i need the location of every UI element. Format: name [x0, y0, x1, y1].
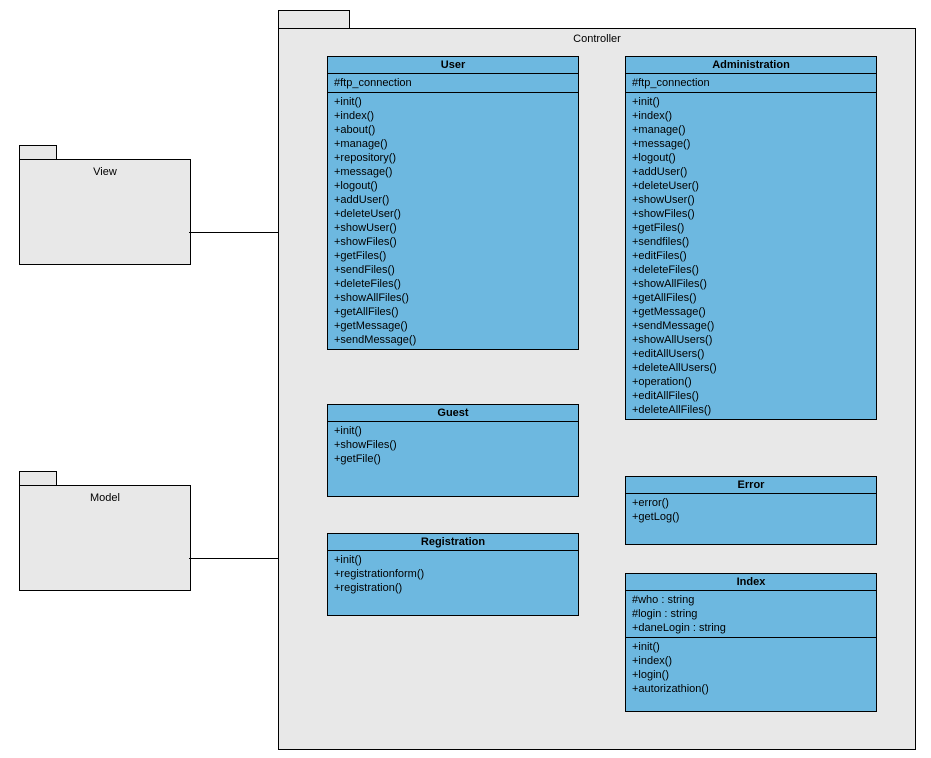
class-method: +getFiles()	[334, 249, 572, 263]
class-method: +getAllFiles()	[334, 305, 572, 319]
class-method: +editFiles()	[632, 249, 870, 263]
class-method: +init()	[632, 640, 870, 654]
class-error: Error +error() +getLog()	[625, 476, 877, 545]
class-method: +sendfiles()	[632, 235, 870, 249]
class-method: +getAllFiles()	[632, 291, 870, 305]
class-method: +autorizathion()	[632, 682, 870, 696]
class-user-title: User	[328, 57, 578, 74]
class-method: +deleteFiles()	[334, 277, 572, 291]
class-method: +editAllUsers()	[632, 347, 870, 361]
class-method: +about()	[334, 123, 572, 137]
class-method: +repository()	[334, 151, 572, 165]
class-guest-title: Guest	[328, 405, 578, 422]
class-index: Index #who : string #login : string +dan…	[625, 573, 877, 712]
class-administration-methods: +init() +index() +manage() +message() +l…	[626, 93, 876, 419]
class-method: +init()	[632, 95, 870, 109]
class-method: +error()	[632, 496, 870, 510]
class-attr: #login : string	[632, 607, 870, 621]
package-model-label: Model	[20, 492, 190, 504]
class-user-methods: +init() +index() +about() +manage() +rep…	[328, 93, 578, 349]
class-attr: #ftp_connection	[334, 76, 572, 90]
class-method: +getFile()	[334, 452, 572, 466]
class-method: +showAllFiles()	[632, 277, 870, 291]
connector-view-controller	[189, 232, 278, 233]
class-method: +index()	[632, 109, 870, 123]
class-method: +deleteAllFiles()	[632, 403, 870, 417]
package-controller-label: Controller	[279, 33, 915, 45]
class-method: +index()	[334, 109, 572, 123]
class-method: +index()	[632, 654, 870, 668]
class-method: +deleteFiles()	[632, 263, 870, 277]
class-method: +showUser()	[632, 193, 870, 207]
class-method: +getFiles()	[632, 221, 870, 235]
class-attr: +daneLogin : string	[632, 621, 870, 635]
class-index-title: Index	[626, 574, 876, 591]
class-guest-methods: +init() +showFiles() +getFile()	[328, 422, 578, 496]
package-view-label: View	[20, 166, 190, 178]
class-method: +deleteUser()	[334, 207, 572, 221]
class-method: +showFiles()	[334, 235, 572, 249]
package-controller-tab	[278, 10, 350, 29]
class-method: +showAllUsers()	[632, 333, 870, 347]
class-user: User #ftp_connection +init() +index() +a…	[327, 56, 579, 350]
class-attr: #who : string	[632, 593, 870, 607]
class-method: +addUser()	[334, 193, 572, 207]
package-view-tab	[19, 145, 57, 160]
class-method: +editAllFiles()	[632, 389, 870, 403]
class-registration: Registration +init() +registrationform()…	[327, 533, 579, 616]
class-index-methods: +init() +index() +login() +autorizathion…	[626, 638, 876, 711]
class-method: +deleteAllUsers()	[632, 361, 870, 375]
class-method: +init()	[334, 424, 572, 438]
class-administration: Administration #ftp_connection +init() +…	[625, 56, 877, 420]
class-method: +getMessage()	[632, 305, 870, 319]
class-method: +showFiles()	[334, 438, 572, 452]
connector-model-controller	[189, 558, 278, 559]
class-method: +operation()	[632, 375, 870, 389]
class-administration-title: Administration	[626, 57, 876, 74]
class-method: +manage()	[632, 123, 870, 137]
class-registration-methods: +init() +registrationform() +registratio…	[328, 551, 578, 615]
package-view: View	[19, 159, 191, 265]
class-method: +manage()	[334, 137, 572, 151]
class-method: +message()	[334, 165, 572, 179]
class-index-attrs: #who : string #login : string +daneLogin…	[626, 591, 876, 638]
class-method: +showFiles()	[632, 207, 870, 221]
package-model-tab	[19, 471, 57, 486]
class-method: +showUser()	[334, 221, 572, 235]
class-method: +sendFiles()	[334, 263, 572, 277]
class-method: +showAllFiles()	[334, 291, 572, 305]
class-method: +getLog()	[632, 510, 870, 524]
package-model: Model	[19, 485, 191, 591]
class-error-title: Error	[626, 477, 876, 494]
class-guest: Guest +init() +showFiles() +getFile()	[327, 404, 579, 497]
class-registration-title: Registration	[328, 534, 578, 551]
class-method: +addUser()	[632, 165, 870, 179]
class-attr: #ftp_connection	[632, 76, 870, 90]
class-method: +sendMessage()	[632, 319, 870, 333]
class-method: +init()	[334, 553, 572, 567]
class-method: +deleteUser()	[632, 179, 870, 193]
class-method: +init()	[334, 95, 572, 109]
class-method: +registrationform()	[334, 567, 572, 581]
class-method: +logout()	[334, 179, 572, 193]
class-user-attrs: #ftp_connection	[328, 74, 578, 93]
class-administration-attrs: #ftp_connection	[626, 74, 876, 93]
class-method: +logout()	[632, 151, 870, 165]
class-error-methods: +error() +getLog()	[626, 494, 876, 544]
class-method: +login()	[632, 668, 870, 682]
class-method: +message()	[632, 137, 870, 151]
class-method: +registration()	[334, 581, 572, 595]
class-method: +sendMessage()	[334, 333, 572, 347]
class-method: +getMessage()	[334, 319, 572, 333]
